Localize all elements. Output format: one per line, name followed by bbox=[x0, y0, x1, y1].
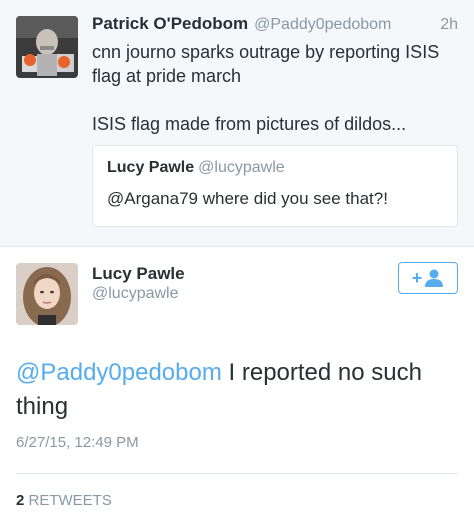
retweet-label: RETWEETS bbox=[28, 492, 112, 509]
quoted-tweet-text: @Argana79 where did you see that?! bbox=[107, 189, 388, 208]
lucy-avatar[interactable] bbox=[16, 263, 78, 325]
divider bbox=[16, 473, 458, 474]
user-silhouette-icon bbox=[425, 269, 444, 287]
follow-plus-label: + bbox=[411, 268, 423, 288]
retweet-stats[interactable]: 2 RETWEETS bbox=[16, 492, 112, 509]
reply-author-line: Patrick O'Pedobom @Paddy0pedobom bbox=[92, 14, 391, 34]
reply-time[interactable]: 2h bbox=[440, 16, 458, 34]
follow-user-icon: + bbox=[412, 269, 445, 287]
tweet-timestamp: 6/27/15, 12:49 PM bbox=[16, 434, 139, 451]
reply-text-line1: cnn journo sparks outrage by reporting I… bbox=[92, 42, 440, 86]
reply-tweet[interactable]: Patrick O'Pedobom @Paddy0pedobom 2h cnn j… bbox=[0, 0, 474, 247]
profile-photo-icon bbox=[16, 16, 78, 78]
profile-photo-icon bbox=[16, 263, 78, 325]
mention-link[interactable]: @Paddy0pedobom bbox=[16, 359, 222, 386]
main-author-handle[interactable]: @lucypawle bbox=[92, 285, 179, 303]
patrick-avatar[interactable] bbox=[16, 16, 78, 78]
quoted-author-line: Lucy Pawle @lucypawle bbox=[107, 159, 285, 177]
quoted-tweet-card[interactable]: Lucy Pawle @lucypawle @Argana79 where did… bbox=[92, 145, 458, 227]
reply-text-line2: ISIS flag made from pictures of dildos..… bbox=[92, 114, 407, 134]
retweet-count: 2 bbox=[16, 492, 25, 509]
reply-tweet-text: cnn journo sparks outrage by reporting I… bbox=[92, 40, 452, 136]
main-tweet-text: @Paddy0pedobom I reported no such thing bbox=[16, 356, 462, 424]
main-author-name[interactable]: Lucy Pawle bbox=[92, 264, 185, 284]
follow-button[interactable]: + bbox=[398, 262, 458, 294]
quoted-author-handle: @lucypawle bbox=[198, 159, 285, 176]
reply-author-handle[interactable]: @Paddy0pedobom bbox=[254, 16, 391, 33]
reply-author-name[interactable]: Patrick O'Pedobom bbox=[92, 14, 248, 33]
quoted-author-name: Lucy Pawle bbox=[107, 159, 195, 176]
